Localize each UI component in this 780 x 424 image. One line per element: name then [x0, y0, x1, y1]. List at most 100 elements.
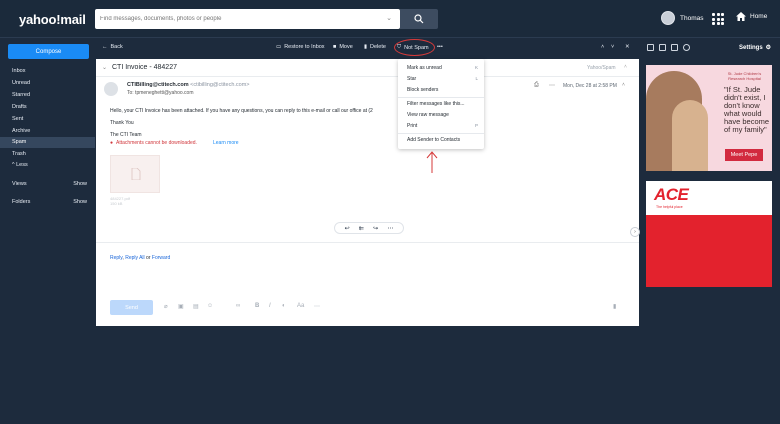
- more-actions-menu: Mark as unread K Star L Block senders Fi…: [398, 59, 484, 149]
- bold-icon[interactable]: B: [255, 303, 259, 309]
- arrow-left-icon: ←: [102, 44, 108, 50]
- reply-link[interactable]: Reply: [110, 255, 122, 261]
- apps-grid-icon[interactable]: [712, 13, 724, 25]
- settings-label: Settings: [739, 44, 763, 51]
- email-subject: CTI Invoice - 484227: [112, 64, 177, 71]
- sidebar-views[interactable]: Views Show: [0, 179, 95, 190]
- chevron-up-icon[interactable]: ˄: [601, 44, 604, 50]
- menu-item-add-to-contacts[interactable]: Add Sender to Contacts: [407, 137, 460, 143]
- sidebar-item-less[interactable]: ^ Less: [0, 160, 95, 171]
- sidebar-item-spam[interactable]: Spam: [0, 137, 95, 148]
- back-button[interactable]: ← Back: [102, 44, 123, 50]
- restore-to-inbox-button[interactable]: ▭ Restore to Inbox: [276, 44, 325, 50]
- move-button[interactable]: ■ Move: [333, 44, 353, 50]
- text-color-icon[interactable]: ◐: [282, 303, 286, 309]
- file-icon: [131, 168, 141, 180]
- sidebar-item-starred[interactable]: Starred: [0, 90, 95, 101]
- forward-icon[interactable]: ↪: [373, 225, 378, 232]
- delete-button[interactable]: ▮ Delete: [364, 44, 386, 50]
- body-line: The CTI Team: [110, 132, 142, 138]
- chevron-up-icon[interactable]: ˄: [622, 82, 625, 88]
- views-show-toggle[interactable]: Show: [73, 179, 87, 190]
- reply-all-icon[interactable]: ⇇: [359, 225, 364, 232]
- sidebar-item-drafts[interactable]: Drafts: [0, 102, 95, 113]
- gear-icon: ⚙: [765, 45, 772, 51]
- left-sidebar: Compose Inbox Unread Starred Drafts Sent…: [0, 38, 95, 424]
- menu-item-star[interactable]: Star: [407, 76, 416, 82]
- menu-divider: [398, 97, 484, 98]
- ad-logo: ACE: [654, 185, 689, 204]
- sticker-icon[interactable]: ▤: [193, 303, 199, 310]
- emoji-icon[interactable]: ☺: [207, 303, 213, 309]
- attachment-size: 150 kB: [110, 201, 123, 206]
- print-icon[interactable]: ⎙: [534, 82, 539, 89]
- folder-icon: ■: [333, 44, 337, 50]
- ad-cta-button[interactable]: Meet Pepe: [725, 149, 763, 161]
- sender-avatar: [104, 82, 118, 96]
- next-message-button[interactable]: ›: [630, 227, 640, 237]
- learn-more-link[interactable]: Learn more: [213, 140, 239, 146]
- yahoo-mail-logo[interactable]: yahoo!mail: [19, 12, 86, 27]
- italic-icon[interactable]: I: [269, 303, 271, 309]
- sidebar-folders[interactable]: Folders Show: [0, 197, 95, 208]
- close-icon[interactable]: ✕: [625, 44, 630, 50]
- menu-item-filter[interactable]: Filter messages like this...: [407, 101, 465, 107]
- more-icon[interactable]: ⋯: [387, 225, 393, 232]
- image-icon[interactable]: ▣: [178, 303, 184, 310]
- search-button[interactable]: [400, 9, 438, 29]
- chevron-down-icon[interactable]: ⌄: [102, 64, 107, 71]
- more-actions-button[interactable]: •••: [437, 44, 443, 50]
- reply-all-link[interactable]: Reply All: [125, 255, 144, 261]
- chevron-down-icon[interactable]: ˅: [611, 44, 614, 50]
- trash-icon[interactable]: ▮: [613, 303, 616, 310]
- avatar[interactable]: [661, 11, 675, 25]
- attachment-thumbnail[interactable]: [110, 155, 160, 193]
- shortcut-key: P: [474, 123, 478, 128]
- ad-st-jude[interactable]: St. Jude Children's Research Hospital "I…: [646, 65, 772, 171]
- user-menu[interactable]: Thomas: [661, 11, 703, 25]
- home-link[interactable]: Home: [736, 12, 767, 21]
- layout-toolbar: [647, 44, 690, 51]
- layout-icon[interactable]: [647, 44, 654, 51]
- notepad-icon[interactable]: [671, 44, 678, 51]
- forward-link[interactable]: Forward: [152, 255, 170, 261]
- sidebar-item-unread[interactable]: Unread: [0, 78, 95, 89]
- ad-ace[interactable]: ACE The helpful place: [646, 181, 772, 287]
- folders-show-toggle[interactable]: Show: [73, 197, 87, 208]
- sidebar-item-trash[interactable]: Trash: [0, 149, 95, 160]
- subject-row: ⌄ CTI Invoice - 484227 Yahoo/Spam ˄: [96, 59, 639, 77]
- views-label: Views: [12, 181, 27, 187]
- menu-item-mark-unread[interactable]: Mark as unread: [407, 65, 442, 71]
- send-button[interactable]: Send: [110, 300, 153, 315]
- compose-button[interactable]: Compose: [8, 44, 89, 59]
- email-reading-pane: ⌄ CTI Invoice - 484227 Yahoo/Spam ˄ CTIB…: [96, 59, 640, 326]
- link-icon[interactable]: ∞: [236, 303, 240, 309]
- red-circle-annotation: [394, 39, 435, 56]
- more-formatting-icon[interactable]: ⋯: [314, 303, 320, 310]
- home-label[interactable]: Home: [750, 13, 767, 20]
- red-arrow-annotation: [426, 151, 438, 173]
- chevron-down-icon[interactable]: ⌄: [386, 14, 392, 22]
- menu-item-block-senders[interactable]: Block senders: [407, 87, 438, 93]
- user-name[interactable]: Thomas: [680, 15, 703, 22]
- divider: [96, 242, 639, 243]
- search-icon: [414, 14, 424, 24]
- font-size-icon[interactable]: Aa: [297, 303, 304, 309]
- sidebar-item-inbox[interactable]: Inbox: [0, 66, 95, 77]
- settings-button[interactable]: Settings ⚙: [739, 44, 772, 52]
- attach-icon[interactable]: ⌀: [164, 303, 168, 310]
- help-icon[interactable]: [683, 44, 690, 51]
- menu-item-print[interactable]: Print: [407, 123, 417, 129]
- contacts-icon[interactable]: [659, 44, 666, 51]
- search-input[interactable]: [100, 13, 380, 25]
- chevron-up-icon[interactable]: ˄: [624, 64, 627, 70]
- body-line: Hello, your CTI Invoice has been attache…: [110, 108, 373, 114]
- menu-item-view-raw[interactable]: View raw message: [407, 112, 449, 118]
- sidebar-item-archive[interactable]: Archive: [0, 126, 95, 137]
- sender-name: CTIBilling@ctitech.com: [127, 82, 189, 88]
- reply-icon[interactable]: ↩: [345, 225, 350, 232]
- search-box[interactable]: ⌄: [95, 9, 400, 29]
- sidebar-item-sent[interactable]: Sent: [0, 114, 95, 125]
- more-icon[interactable]: ⋯: [549, 82, 555, 89]
- sender-line[interactable]: CTIBilling@ctitech.com <ctibilling@ctite…: [127, 82, 250, 88]
